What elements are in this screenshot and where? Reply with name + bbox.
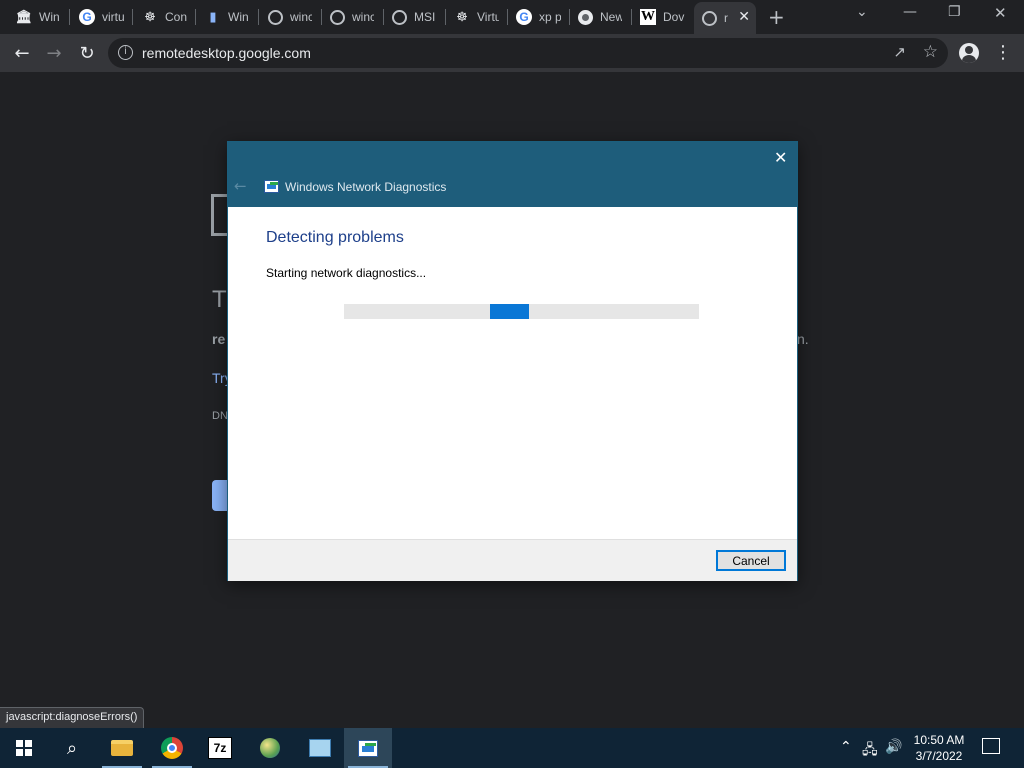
- tab-win[interactable]: 🏛 Win: [8, 5, 70, 29]
- link-status-bubble: javascript:diagnoseErrors(): [0, 707, 145, 728]
- network-diagnostics-icon: [264, 180, 279, 193]
- forward-arrow-icon[interactable]: →: [42, 41, 66, 65]
- dialog-footer: Cancel: [228, 539, 797, 581]
- tab-close-icon[interactable]: ✕: [738, 9, 750, 25]
- progress-bar-fill: [489, 304, 529, 319]
- tab-label: Win: [228, 10, 249, 24]
- tab-label: xp p: [539, 10, 561, 24]
- tab-virtu[interactable]: G virtu: [71, 5, 133, 29]
- google-icon: G: [516, 9, 532, 25]
- network-diagnostics-icon: [358, 739, 378, 757]
- network-diagnostics-dialog: ✕ ← Windows Network Diagnostics Detectin…: [227, 141, 798, 581]
- network-monitor-icon: [309, 739, 331, 757]
- windows-logo-icon: [16, 740, 32, 756]
- notification-center-icon[interactable]: [982, 738, 1000, 754]
- tab-winc-2[interactable]: winc: [322, 5, 384, 29]
- restore-icon[interactable]: ❐: [948, 4, 961, 20]
- show-hidden-icons-chevron-icon[interactable]: ⌃: [840, 739, 852, 755]
- search-icon: ⌕: [66, 737, 78, 759]
- globe-app-icon: [260, 738, 280, 758]
- tab-label: Virtu: [477, 10, 499, 24]
- tab-new[interactable]: New: [570, 5, 632, 29]
- tab-active[interactable]: r ✕: [694, 2, 756, 34]
- reload-icon[interactable]: ↻: [75, 41, 99, 65]
- google-icon: G: [79, 9, 95, 25]
- ship-wheel-icon: ☸: [456, 9, 468, 25]
- back-arrow-icon[interactable]: ←: [10, 41, 34, 65]
- dialog-header: ✕ ← Windows Network Diagnostics: [228, 142, 797, 207]
- tab-label: New: [600, 10, 622, 24]
- globe-icon: [702, 10, 717, 26]
- bookmark-icon: ▮: [209, 9, 217, 25]
- tab-strip: 🏛 Win G virtu ☸ Con ▮ Win winc winc MSI …: [0, 0, 1024, 34]
- dialog-close-icon[interactable]: ✕: [774, 148, 787, 167]
- tab-label: Dov: [663, 10, 685, 24]
- tab-label: Con: [165, 10, 187, 24]
- tab-con[interactable]: ☸ Con: [134, 5, 196, 29]
- tab-label: MSI: [414, 10, 436, 24]
- folder-icon: [111, 740, 133, 756]
- clock-time: 10:50 AM: [913, 733, 965, 747]
- tab-xp[interactable]: G xp p: [508, 5, 570, 29]
- tab-winc[interactable]: winc: [260, 5, 322, 29]
- globe-icon: [268, 9, 283, 25]
- close-window-icon[interactable]: ✕: [994, 4, 1007, 22]
- globe-icon: [392, 9, 407, 25]
- tab-separator: [195, 9, 196, 25]
- error-code: DN: [212, 410, 228, 422]
- wikipedia-icon: W: [640, 9, 656, 25]
- share-icon[interactable]: ↗: [893, 43, 906, 61]
- tab-separator: [69, 9, 70, 25]
- network-tray-icon[interactable]: 🖧: [862, 739, 878, 763]
- error-text-tail: n.: [797, 331, 809, 347]
- tab-label: winc: [290, 10, 312, 24]
- tab-win-2[interactable]: ▮ Win: [197, 5, 259, 29]
- tab-label: virtu: [102, 10, 124, 24]
- 7zip-button[interactable]: 7z: [196, 728, 244, 768]
- bookmark-star-icon[interactable]: ☆: [923, 42, 938, 62]
- profile-avatar-icon[interactable]: [959, 43, 979, 63]
- tab-label: winc: [352, 10, 374, 24]
- tab-label: r: [724, 11, 728, 25]
- new-tab-icon[interactable]: +: [768, 5, 785, 29]
- network-app-button[interactable]: [296, 728, 344, 768]
- dialog-back-arrow-icon[interactable]: ←: [234, 177, 247, 195]
- error-title: T: [212, 286, 227, 313]
- minimize-icon[interactable]: —: [903, 4, 917, 20]
- museum-icon: 🏛: [15, 9, 33, 25]
- taskbar: ⌕ 7z ⌃ 🖧 🔊 10:50 AM 3/7/2022: [0, 728, 1024, 768]
- globe-app-button[interactable]: [246, 728, 294, 768]
- info-icon[interactable]: i: [118, 45, 133, 60]
- 7zip-icon: 7z: [208, 737, 232, 759]
- tab-dov[interactable]: W Dov: [632, 5, 694, 29]
- chrome-taskbar-button[interactable]: [148, 728, 196, 768]
- dialog-heading: Detecting problems: [266, 229, 404, 246]
- chrome-icon: [578, 9, 593, 25]
- tab-separator: [132, 9, 133, 25]
- dialog-status-text: Starting network diagnostics...: [266, 266, 427, 280]
- url-text[interactable]: remotedesktop.google.com: [142, 45, 311, 61]
- tab-search-chevron-icon[interactable]: ⌄: [856, 4, 868, 20]
- tab-label: Win: [39, 10, 60, 24]
- ship-wheel-icon: ☸: [144, 9, 156, 25]
- tab-separator: [258, 9, 259, 25]
- globe-icon: [330, 9, 345, 25]
- search-button[interactable]: ⌕: [48, 728, 96, 768]
- chrome-icon: [161, 737, 183, 759]
- start-button[interactable]: [0, 728, 48, 768]
- network-diagnostics-taskbar-button[interactable]: [344, 728, 392, 768]
- error-host-text: re: [212, 331, 226, 347]
- file-explorer-button[interactable]: [98, 728, 146, 768]
- browser-toolbar: ← → ↻ i remotedesktop.google.com ↗ ☆ ⋮: [0, 34, 1024, 72]
- address-bar[interactable]: i remotedesktop.google.com ↗ ☆: [108, 38, 948, 68]
- more-menu-icon[interactable]: ⋮: [994, 42, 1012, 63]
- clock-date: 3/7/2022: [915, 749, 963, 763]
- tab-virtu-2[interactable]: ☸ Virtu: [446, 5, 508, 29]
- cancel-button[interactable]: Cancel: [716, 550, 786, 571]
- progress-bar: [344, 304, 699, 319]
- taskbar-clock[interactable]: 10:50 AM 3/7/2022: [908, 732, 970, 764]
- dialog-title: Windows Network Diagnostics: [285, 180, 447, 194]
- volume-icon[interactable]: 🔊: [885, 739, 902, 755]
- tab-msi[interactable]: MSI: [384, 5, 446, 29]
